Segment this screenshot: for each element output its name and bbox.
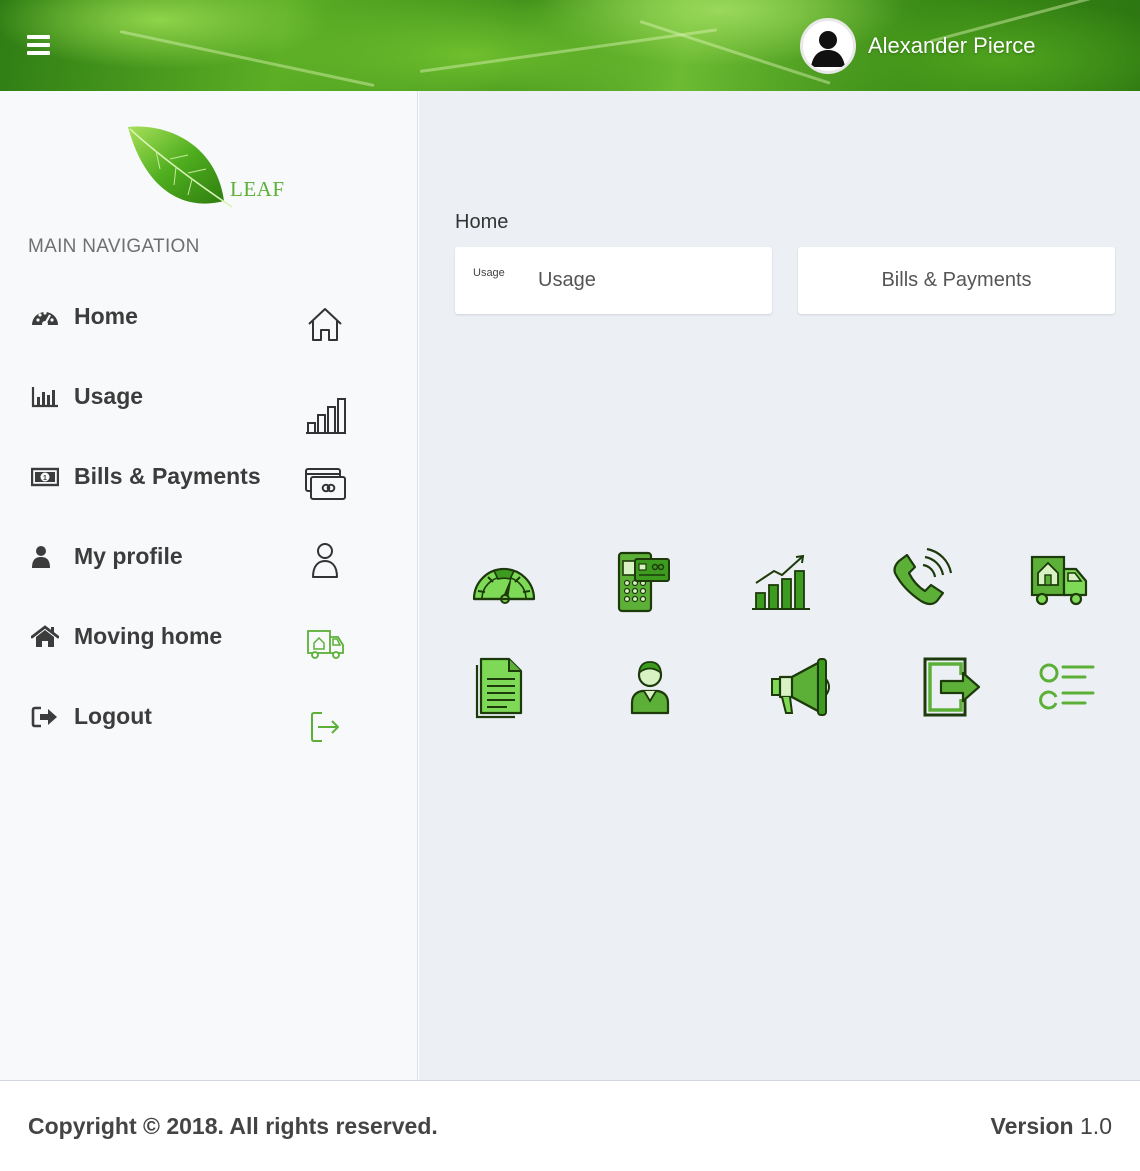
agent-person-icon[interactable] <box>610 647 690 727</box>
version-text: Version 1.0 <box>991 1113 1112 1140</box>
sign-out-icon <box>31 706 57 728</box>
sidebar-item-label: My profile <box>74 543 183 569</box>
sidebar-item-usage[interactable]: Usage <box>0 367 418 437</box>
moving-truck-outline-icon <box>307 630 344 659</box>
footer: Copyright © 2018. All rights reserved. V… <box>0 1080 1140 1171</box>
user-silhouette-icon <box>800 18 856 74</box>
money-icon: 1 <box>31 467 59 487</box>
sidebar-item-my-profile[interactable]: My profile <box>0 527 418 597</box>
leaf-logo[interactable]: LEAF <box>126 123 286 213</box>
growth-chart-icon[interactable] <box>742 541 822 621</box>
card-label: Usage <box>538 269 596 291</box>
sidebar-item-bills[interactable]: 1 Bills & Payments <box>0 447 418 517</box>
sidebar-item-label: Bills & Payments <box>74 463 261 489</box>
moving-truck-icon[interactable] <box>1020 541 1100 621</box>
sidebar-item-label: Moving home <box>74 623 223 649</box>
svg-text:1: 1 <box>43 475 47 482</box>
gauge-meter-icon[interactable] <box>464 541 544 621</box>
logo-text: LEAF <box>230 177 285 201</box>
copyright-text: Copyright © 2018. All rights reserved. <box>28 1113 438 1139</box>
prepaid-meter-icon[interactable] <box>603 541 683 621</box>
card-label: Bills & Payments <box>881 269 1032 291</box>
dashboard-icon <box>32 311 58 327</box>
home-icon <box>31 625 59 647</box>
page-title: Home <box>455 211 509 233</box>
document-icon[interactable] <box>459 647 539 727</box>
sidebar-item-label: Logout <box>74 703 152 729</box>
nav-header: MAIN NAVIGATION <box>28 236 200 257</box>
sidebar-item-moving-home[interactable]: Moving home <box>0 607 418 677</box>
bar-chart-icon <box>31 387 58 408</box>
version-number: 1.0 <box>1080 1113 1112 1139</box>
sidebar-item-home[interactable]: Home <box>0 287 418 357</box>
leaf-texture <box>419 28 718 73</box>
bills-payments-card[interactable]: Bills & Payments <box>798 247 1115 314</box>
user-menu[interactable]: Alexander Pierce <box>800 18 1036 74</box>
top-header: Alexander Pierce <box>0 0 1140 91</box>
leaf-texture <box>119 30 375 88</box>
exit-door-icon[interactable] <box>911 647 991 727</box>
sidebar-item-logout[interactable]: Logout <box>0 687 418 757</box>
main-content: Home Usage Usage Bills & Payments <box>419 91 1140 1080</box>
version-label: Version <box>990 1113 1074 1139</box>
cards-outline-icon <box>305 468 346 500</box>
sidebar-item-label: Usage <box>74 383 144 409</box>
hamburger-icon[interactable] <box>27 35 50 55</box>
exit-outline-icon <box>311 712 339 742</box>
phone-call-icon[interactable] <box>881 541 961 621</box>
checklist-icon[interactable] <box>1027 647 1107 727</box>
megaphone-icon[interactable] <box>762 647 842 727</box>
person-outline-icon <box>312 543 338 578</box>
user-name: Alexander Pierce <box>868 33 1036 58</box>
leaf-logo-icon <box>128 126 233 208</box>
bars-outline-icon <box>306 398 346 434</box>
usage-card[interactable]: Usage Usage <box>455 247 772 314</box>
user-icon <box>32 546 50 568</box>
sidebar: LEAF MAIN NAVIGATION Home Usage 1 Bills … <box>0 91 418 1080</box>
card-small-label: Usage <box>473 267 505 279</box>
sidebar-item-label: Home <box>74 303 138 329</box>
house-outline-icon <box>308 308 342 341</box>
